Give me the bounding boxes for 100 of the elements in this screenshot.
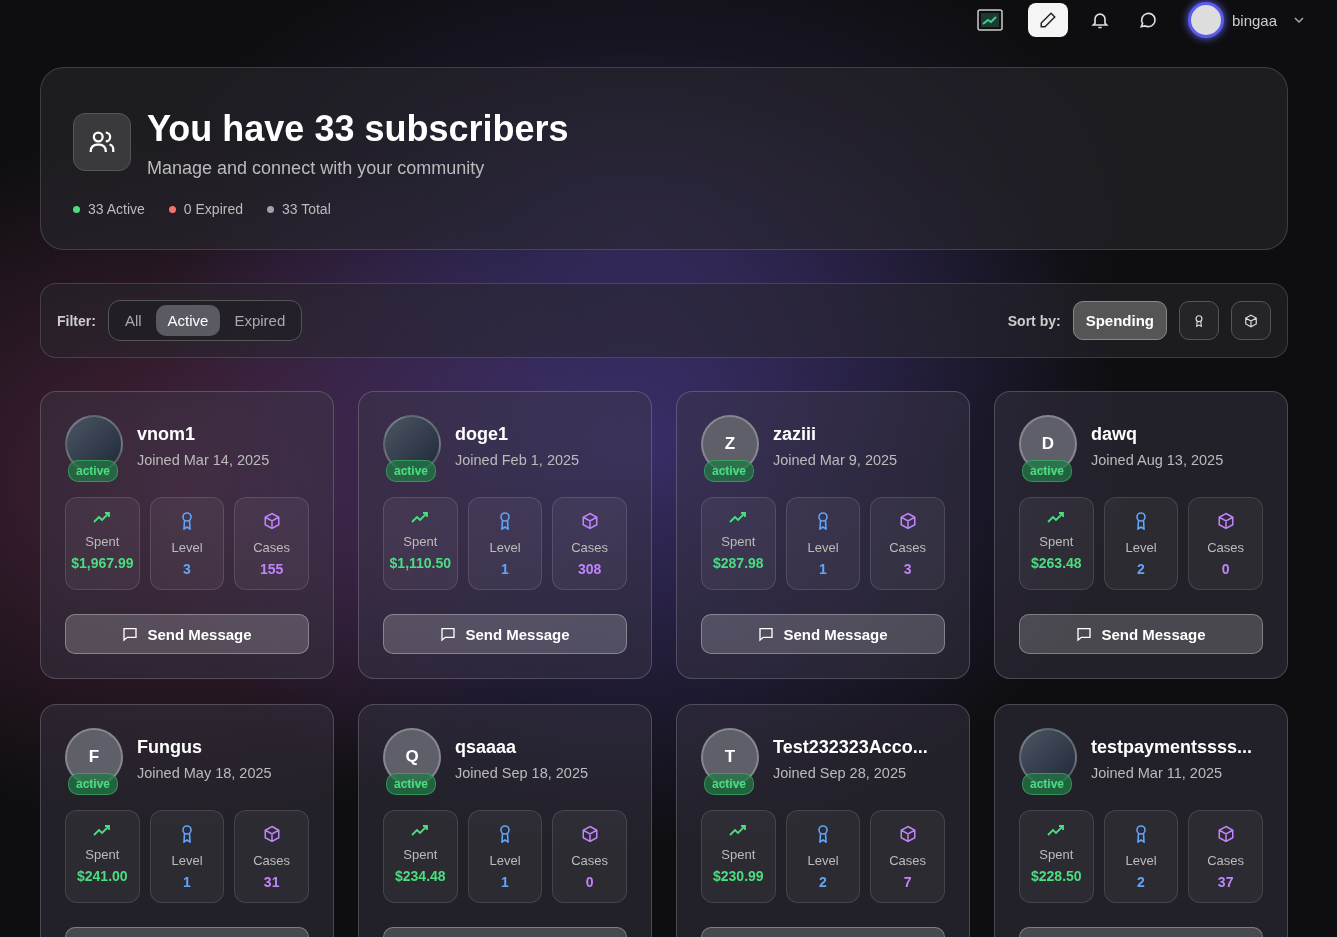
stat-value: $228.50: [1031, 868, 1082, 884]
join-date: Joined Sep 28, 2025: [773, 765, 908, 781]
message-icon: [122, 626, 139, 642]
award-icon: [499, 512, 511, 530]
join-date: Joined Mar 9, 2025: [773, 452, 898, 468]
stat-value: 308: [577, 561, 602, 577]
cube-icon: [1244, 313, 1258, 328]
join-date: Joined Mar 14, 2025: [137, 452, 270, 468]
stat-value: 37: [1217, 874, 1234, 890]
cube-icon: [580, 512, 599, 530]
trending-up-icon: [411, 512, 430, 524]
sort-cases-button[interactable]: [1231, 301, 1271, 340]
cube-icon: [580, 825, 599, 843]
stat-value: 1: [819, 561, 827, 577]
stat-label: Spent: [1039, 847, 1074, 862]
stat-value: 155: [259, 561, 284, 577]
filter-tab[interactable]: Expired: [222, 305, 298, 336]
join-date: Joined Aug 13, 2025: [1091, 452, 1224, 468]
stat-value: 2: [1137, 874, 1145, 890]
stat-value: $263.48: [1031, 555, 1082, 571]
sort-spending-button[interactable]: Spending: [1072, 301, 1167, 340]
award-icon: [817, 512, 829, 530]
subscriber-name: Test232323Acco...: [773, 737, 928, 758]
bell-icon[interactable]: [1089, 10, 1110, 30]
sort-label: Sort by:: [1007, 312, 1061, 329]
award-icon: [1192, 313, 1206, 328]
send-message-button[interactable]: Send Message: [1019, 614, 1263, 654]
cube-icon: [898, 512, 917, 530]
status-badge: active: [386, 460, 437, 482]
status-badge: active: [68, 460, 119, 482]
stat-label: Spent: [721, 534, 756, 549]
stat-label: Cases: [889, 853, 927, 868]
cube-icon: [1216, 512, 1235, 530]
stat-value: 0: [585, 874, 594, 890]
stat-value: 3: [183, 561, 191, 577]
stat-label: 33 Total: [282, 201, 331, 217]
stat-label: Spent: [403, 847, 438, 862]
trending-up-icon: [93, 512, 112, 524]
stat-value: 0: [1221, 561, 1230, 577]
subscriber-name: Fungus: [137, 737, 203, 758]
stat-value: $230.99: [713, 868, 764, 884]
stat-label: Cases: [571, 853, 609, 868]
subscriber-name: doge1: [455, 424, 509, 445]
sort-level-button[interactable]: [1179, 301, 1219, 340]
status-badge: active: [1022, 773, 1073, 795]
edit-button[interactable]: [1027, 3, 1068, 37]
trending-up-icon: [729, 512, 748, 524]
stat-value: $1,967.99: [71, 555, 134, 571]
stat-label: Cases: [1207, 540, 1245, 555]
cube-icon: [262, 825, 281, 843]
status-badge: active: [704, 773, 755, 795]
users-icon: [73, 113, 131, 171]
stat-label: Level: [489, 540, 521, 555]
award-icon: [1135, 825, 1147, 843]
stat-value: $234.48: [395, 868, 446, 884]
trending-up-icon: [1047, 512, 1066, 524]
cube-icon: [1216, 825, 1235, 843]
stat-value: 1: [501, 874, 509, 890]
subscriber-name: testpaymentssss...: [1091, 737, 1253, 758]
message-icon: [1076, 626, 1093, 642]
stat-value: $1,110.50: [389, 555, 452, 571]
filter-tab[interactable]: Active: [155, 305, 221, 336]
trending-up-icon: [729, 825, 748, 837]
page-title: You have 33 subscribers: [147, 108, 569, 150]
stat-value: $241.00: [77, 868, 128, 884]
chevron-down-icon[interactable]: [1293, 14, 1305, 26]
stat-label: Cases: [1207, 853, 1245, 868]
stat-label: Cases: [889, 540, 927, 555]
award-icon: [817, 825, 829, 843]
award-icon: [1135, 512, 1147, 530]
trending-up-icon: [1047, 825, 1066, 837]
stat-value: $287.98: [713, 555, 764, 571]
join-date: Joined Sep 18, 2025: [455, 765, 589, 781]
award-icon: [181, 825, 193, 843]
stat-value: 1: [501, 561, 509, 577]
stat-label: Cases: [253, 540, 291, 555]
message-icon: [758, 626, 775, 642]
status-badge: active: [1022, 460, 1073, 482]
subscriber-name: zaziii: [773, 424, 817, 445]
join-date: Joined May 18, 2025: [137, 765, 272, 781]
send-message-button[interactable]: Send Message: [383, 614, 627, 654]
send-message-button[interactable]: Send Message: [65, 614, 309, 654]
trending-up-icon: [93, 825, 112, 837]
subscriber-name: vnom1: [137, 424, 197, 445]
trending-up-icon: [411, 825, 430, 837]
filter-tab[interactable]: All: [112, 305, 154, 336]
send-message-button[interactable]: Send Message: [701, 614, 945, 654]
chat-icon[interactable]: [1137, 10, 1158, 30]
award-icon: [181, 512, 193, 530]
stat-label: Spent: [1039, 534, 1074, 549]
stat-value: 2: [1137, 561, 1145, 577]
status-badge: active: [386, 773, 437, 795]
stat-value: 3: [903, 561, 912, 577]
user-avatar[interactable]: [1187, 2, 1224, 38]
stat-label: Level: [171, 540, 203, 555]
subscriber-name: dawq: [1091, 424, 1138, 445]
stat-label: Spent: [721, 847, 756, 862]
stat-label: Level: [171, 853, 203, 868]
username[interactable]: bingaa: [1231, 11, 1277, 29]
stat-value: 1: [183, 874, 191, 890]
